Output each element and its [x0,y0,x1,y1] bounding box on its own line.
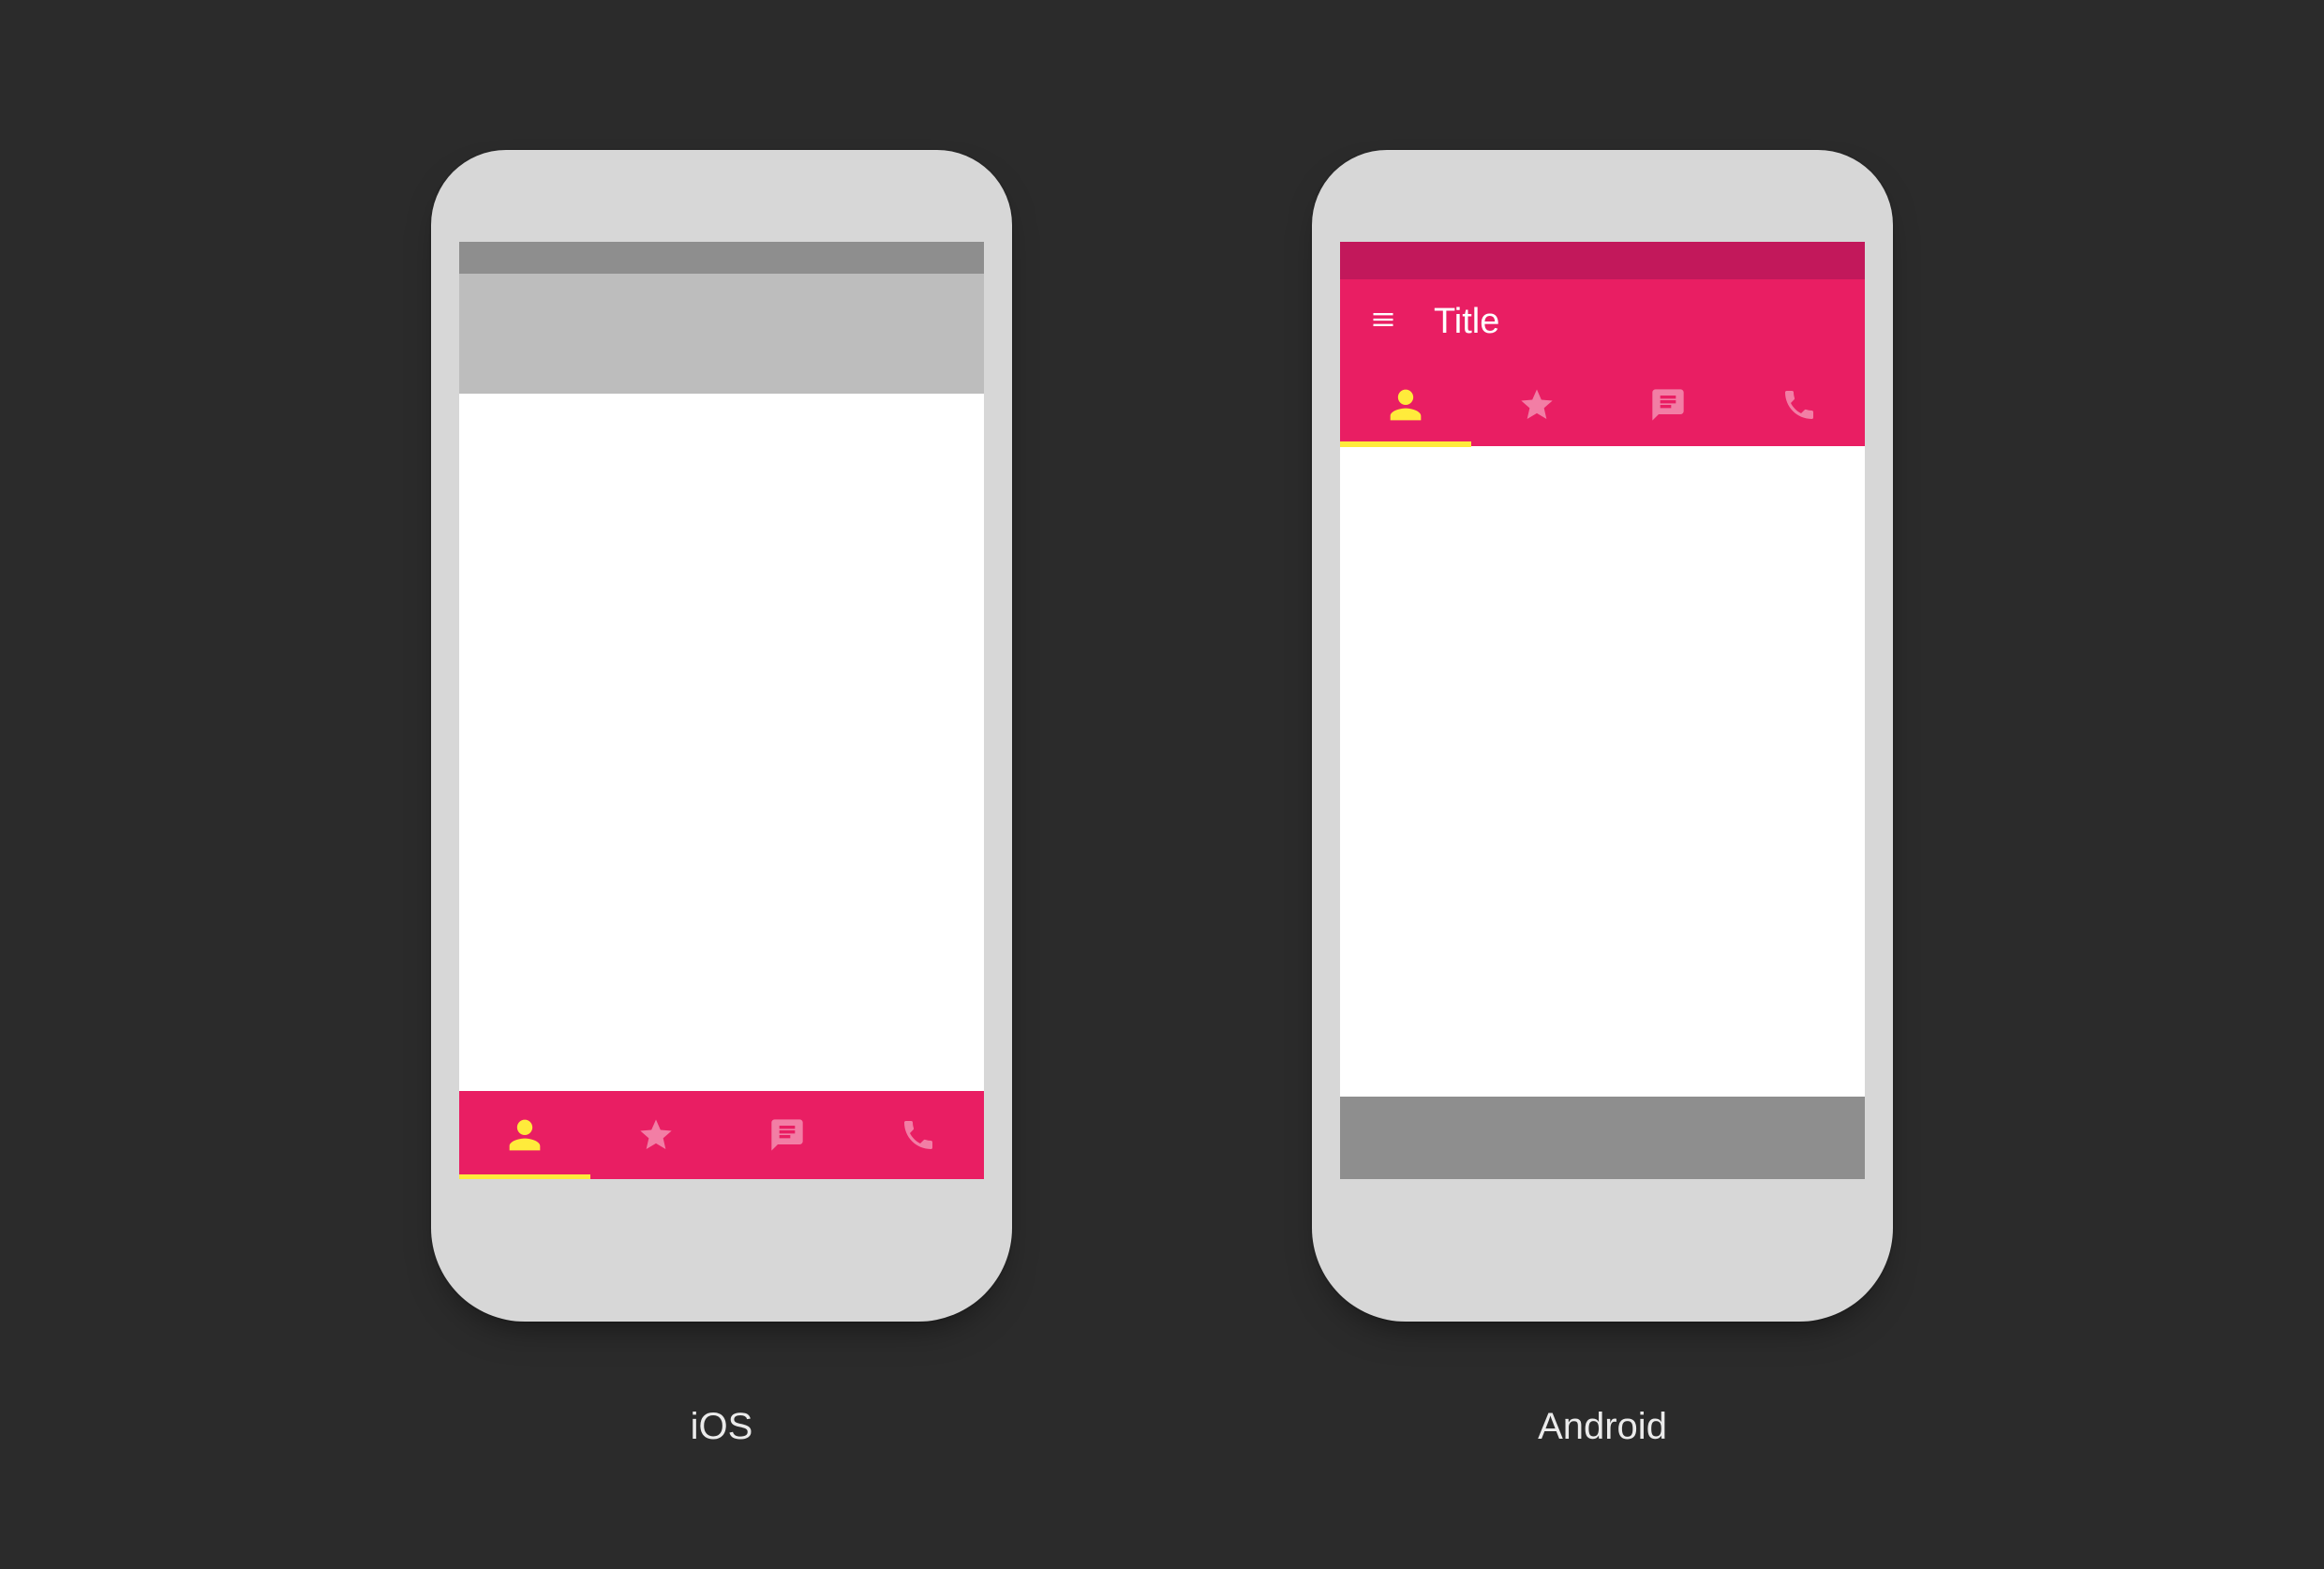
comparison-stage: iOS Title [0,0,2324,1569]
ios-tab-person[interactable] [459,1091,590,1179]
android-column: Title [1312,150,1893,1448]
ios-tab-phone[interactable] [853,1091,984,1179]
ios-column: iOS [431,150,1012,1448]
ios-device-frame [431,150,1012,1322]
ios-content-area [459,394,984,1091]
android-tab-phone[interactable] [1734,364,1865,446]
appbar-title: Title [1434,302,1499,342]
ios-screen [459,242,984,1179]
android-caption: Android [1538,1406,1667,1448]
menu-icon [1366,306,1400,333]
chat-icon [1649,386,1687,424]
phone-icon [900,1116,937,1154]
ios-tab-star[interactable] [590,1091,722,1179]
ios-statusbar [459,242,984,274]
android-tab-chat[interactable] [1602,364,1734,446]
star-icon [637,1116,675,1154]
ios-tabbar [459,1091,984,1179]
menu-button[interactable] [1366,306,1400,337]
person-icon [506,1116,544,1154]
person-icon [1387,386,1424,424]
ios-toolbar [459,274,984,394]
star-icon [1518,386,1556,424]
ios-tab-chat[interactable] [722,1091,853,1179]
android-screen: Title [1340,242,1865,1179]
phone-icon [1780,386,1818,424]
ios-caption: iOS [691,1406,753,1448]
android-appbar: Title [1340,279,1865,364]
android-tab-person[interactable] [1340,364,1471,446]
android-tab-star[interactable] [1471,364,1602,446]
android-tabs [1340,364,1865,446]
android-content-area [1340,446,1865,1097]
chat-icon [768,1116,806,1154]
android-statusbar [1340,242,1865,279]
android-device-frame: Title [1312,150,1893,1322]
android-navigation-bar [1340,1097,1865,1179]
